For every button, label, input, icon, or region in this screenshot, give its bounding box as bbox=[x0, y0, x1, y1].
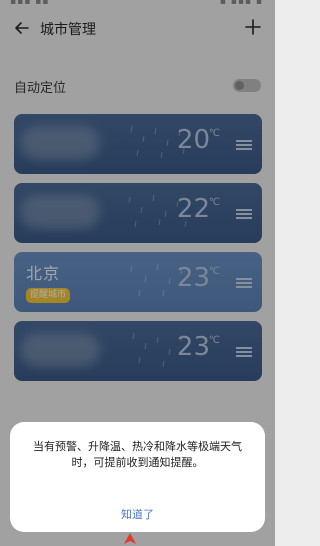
notification-dialog: 当有预警、升降温、热冷和降水等极端天气时，可提前收到通知提醒。 知道了 bbox=[10, 422, 265, 532]
dialog-message: 当有预警、升降温、热冷和降水等极端天气时，可提前收到通知提醒。 bbox=[33, 440, 242, 469]
red-pointer-arrow-icon bbox=[124, 533, 136, 544]
got-it-button[interactable]: 知道了 bbox=[10, 506, 265, 522]
